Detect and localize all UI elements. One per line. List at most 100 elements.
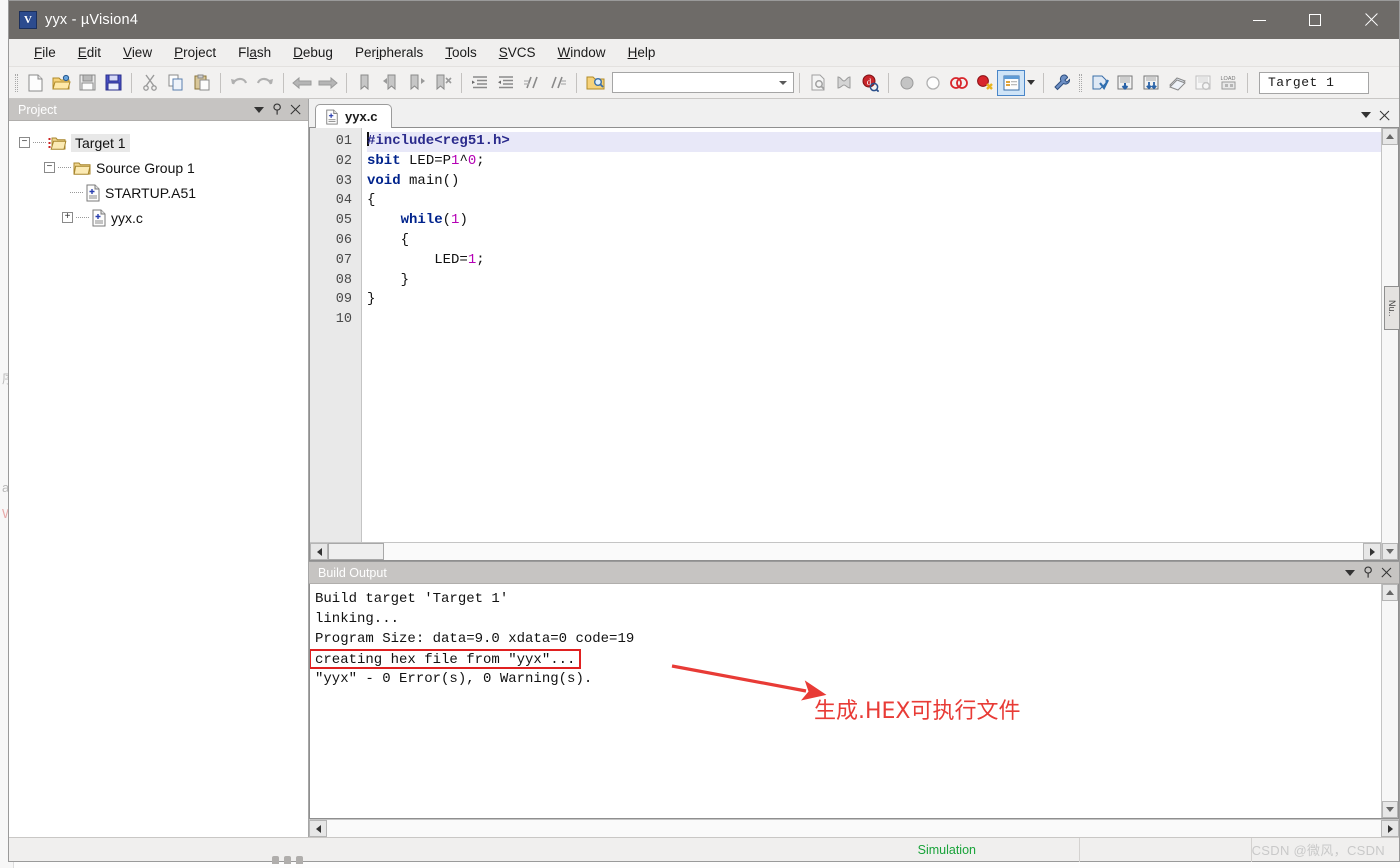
vertical-scroll-track[interactable] [1382,145,1398,543]
menu-peripherals[interactable]: Peripherals [344,42,434,63]
horizontal-scroll-thumb[interactable] [328,543,384,560]
rebuild-all-icon[interactable] [1138,71,1164,95]
navigate-back-icon[interactable] [289,71,315,95]
kill-breakpoint-icon[interactable] [920,71,946,95]
cut-icon[interactable] [137,71,163,95]
toolbar-grip[interactable] [15,73,18,92]
menu-debug[interactable]: Debug [282,42,344,63]
project-window-dropdown[interactable] [1024,71,1038,95]
scroll-right-button[interactable] [1363,543,1381,560]
find-combo-box[interactable] [612,72,794,93]
pin-icon[interactable]: ⚲ [268,101,286,119]
outdent-icon[interactable] [493,71,519,95]
chevron-up-icon [1386,134,1394,139]
menu-window[interactable]: Window [547,42,617,63]
open-file-icon[interactable] [48,71,74,95]
scroll-right-button[interactable] [1381,820,1399,837]
batch-build-icon[interactable] [1164,71,1190,95]
close-button[interactable] [1343,1,1399,39]
document-tab-yyx-c[interactable]: yyx.c [315,104,392,128]
scroll-down-button[interactable] [1382,543,1398,560]
expander-collapse-icon[interactable]: − [19,137,30,148]
minimize-button[interactable] [1231,1,1287,39]
toolbar-grip-2[interactable] [1079,73,1082,92]
menu-help[interactable]: Help [617,42,667,63]
target-selector[interactable]: Target 1 [1259,71,1369,94]
navigate-forward-icon[interactable] [315,71,341,95]
scroll-up-button[interactable] [1382,584,1398,601]
build-output-text[interactable]: Build target 'Target 1' linking... Program… [310,584,1381,818]
configure-icon[interactable] [1049,71,1075,95]
editor-inner: 01 02 03 04 05 06 07 08 09 10 #include<r… [310,128,1381,542]
save-icon[interactable] [74,71,100,95]
tree-label-yyx-c: yyx.c [111,209,143,226]
indent-icon[interactable] [467,71,493,95]
expander-expand-icon[interactable]: + [62,212,73,223]
build-output-title: Build Output [318,565,387,580]
tree-node-target-1[interactable]: − Target 1 [19,130,308,155]
scroll-left-button[interactable] [309,820,327,837]
redo-icon[interactable] [252,71,278,95]
bookmark-toggle-icon[interactable] [352,71,378,95]
vertical-scroll-track[interactable] [1382,601,1398,801]
stop-build-icon[interactable] [1190,71,1216,95]
panel-menu-icon[interactable] [1357,106,1375,124]
menu-edit[interactable]: Edit [67,42,112,63]
editor-horizontal-scrollbar[interactable] [310,542,1381,560]
uncomment-icon[interactable] [545,71,571,95]
horizontal-scroll-track[interactable] [384,543,1363,560]
translate-icon[interactable] [1086,71,1112,95]
close-icon[interactable] [1377,564,1395,582]
workspace: Project ⚲ − Target 1 − Source Group 1 ST… [9,99,1399,837]
close-icon[interactable] [286,101,304,119]
comment-icon[interactable] [519,71,545,95]
save-all-icon[interactable] [100,71,126,95]
tree-node-source-group-1[interactable]: − Source Group 1 [44,155,308,180]
insert-breakpoint-icon[interactable] [894,71,920,95]
menu-file[interactable]: File [23,42,67,63]
undo-icon[interactable] [226,71,252,95]
horizontal-scroll-track[interactable] [327,820,1381,837]
code-token: ) [459,212,468,229]
editor-line-number-gutter: 01 02 03 04 05 06 07 08 09 10 [310,128,362,542]
find-icon[interactable] [805,71,831,95]
maximize-button[interactable] [1287,1,1343,39]
menu-flash[interactable]: Flash [227,42,282,63]
disable-all-breakpoints-icon[interactable] [972,71,998,95]
bookmark-prev-icon[interactable] [378,71,404,95]
scroll-down-button[interactable] [1382,801,1398,818]
menu-tools[interactable]: Tools [434,42,488,63]
window-title: yyx - µVision4 [45,12,139,28]
debug-session-icon[interactable]: d [857,71,883,95]
tree-node-yyx-c[interactable]: + yyx.c [62,205,308,230]
build-output-horizontal-scrollbar[interactable] [309,819,1399,837]
menu-project[interactable]: Project [163,42,227,63]
project-window-icon[interactable] [997,69,1025,96]
find-in-files-icon[interactable] [582,71,608,95]
tree-node-startup-a51[interactable]: STARTUP.A51 [70,180,308,205]
scroll-left-button[interactable] [310,543,328,560]
copy-icon[interactable] [163,71,189,95]
close-icon[interactable] [1375,106,1393,124]
enable-breakpoint-icon[interactable] [946,71,972,95]
bookmark-search-icon[interactable] [831,71,857,95]
right-docked-tab[interactable]: Nu.. [1384,286,1400,330]
new-file-icon[interactable] [22,71,48,95]
pin-icon[interactable]: ⚲ [1359,564,1377,582]
bookmark-clear-icon[interactable] [430,71,456,95]
bookmark-next-icon[interactable] [404,71,430,95]
editor-vertical-scrollbar[interactable] [1381,128,1398,560]
build-target-icon[interactable] [1112,71,1138,95]
build-output-vertical-scrollbar[interactable] [1381,584,1398,818]
menu-view[interactable]: View [112,42,163,63]
download-icon[interactable]: LOAD [1216,71,1242,95]
paste-icon[interactable] [189,71,215,95]
panel-menu-icon[interactable] [1341,564,1359,582]
menu-svcs[interactable]: SVCS [488,42,547,63]
code-token: #include [367,133,435,149]
scroll-up-button[interactable] [1382,128,1398,145]
panel-menu-icon[interactable] [250,101,268,119]
editor-code-area[interactable]: #include<reg51.h> sbit LED=P1^0; void main… [362,128,1381,542]
expander-collapse-icon[interactable]: − [44,162,55,173]
